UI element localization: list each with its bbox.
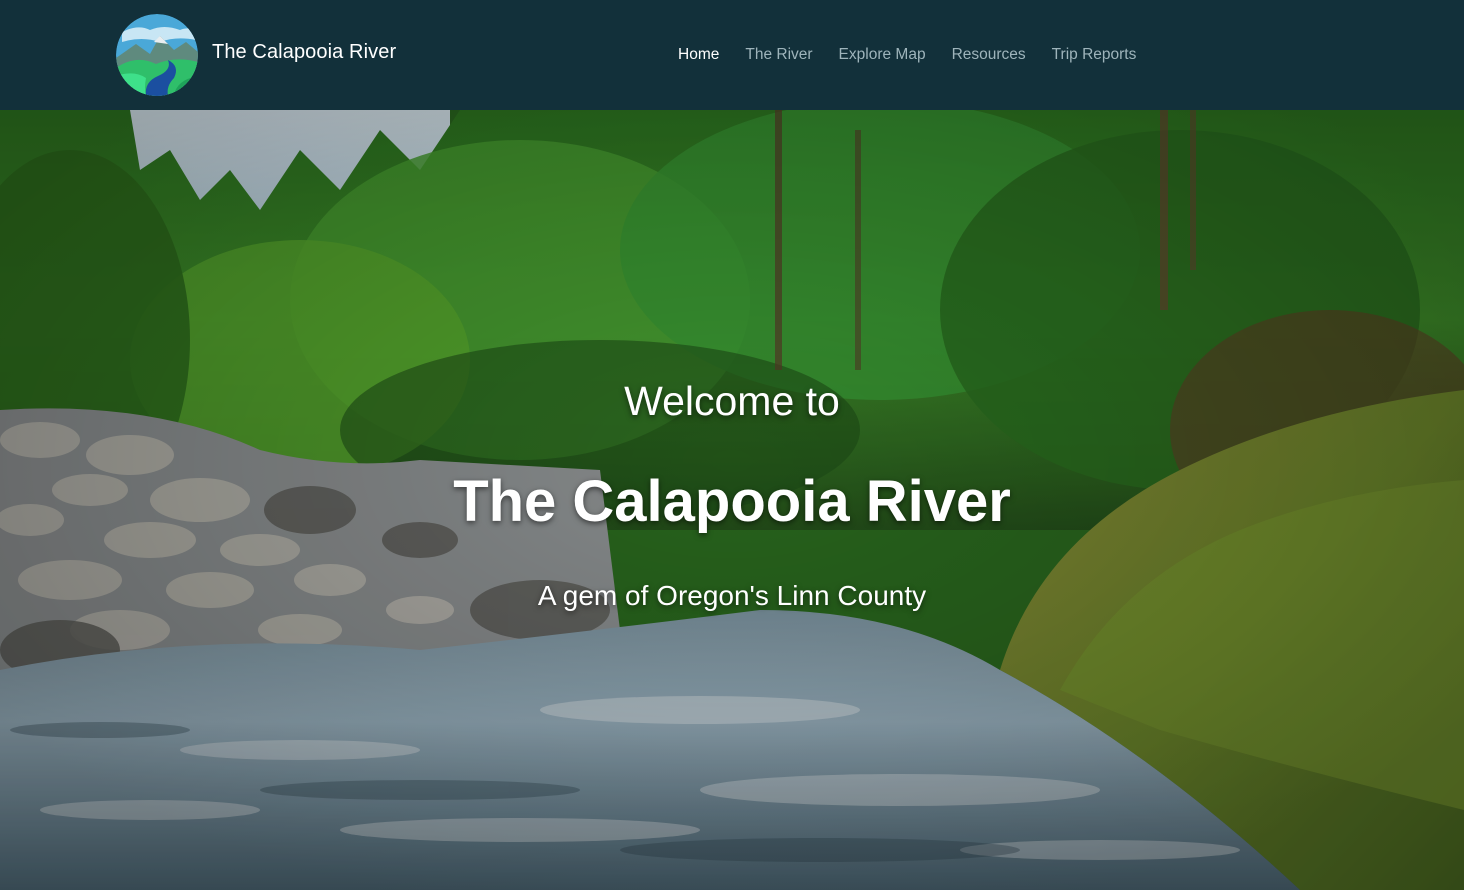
river-valley-logo-icon [116,14,198,96]
brand-home-link[interactable]: The Calapooia River [116,14,396,96]
main-nav: Home The River Explore Map Resources Tri… [678,44,1162,66]
hero-title: The Calapooia River [453,469,1011,534]
hero-section: Welcome to The Calapooia River A gem of … [0,110,1464,890]
hero-subtitle: A gem of Oregon's Linn County [537,580,927,611]
nav-explore-map[interactable]: Explore Map [839,44,926,66]
nav-the-river[interactable]: The River [745,44,812,66]
nav-resources[interactable]: Resources [952,44,1026,66]
nav-trip-reports[interactable]: Trip Reports [1052,44,1137,66]
top-navbar: The Calapooia River Home The River Explo… [0,0,1464,110]
site-title: The Calapooia River [212,40,397,63]
nav-home[interactable]: Home [678,44,719,66]
hero-text: Welcome to The Calapooia River A gem of … [0,110,1464,890]
hero-welcome-text: Welcome to [624,378,840,424]
